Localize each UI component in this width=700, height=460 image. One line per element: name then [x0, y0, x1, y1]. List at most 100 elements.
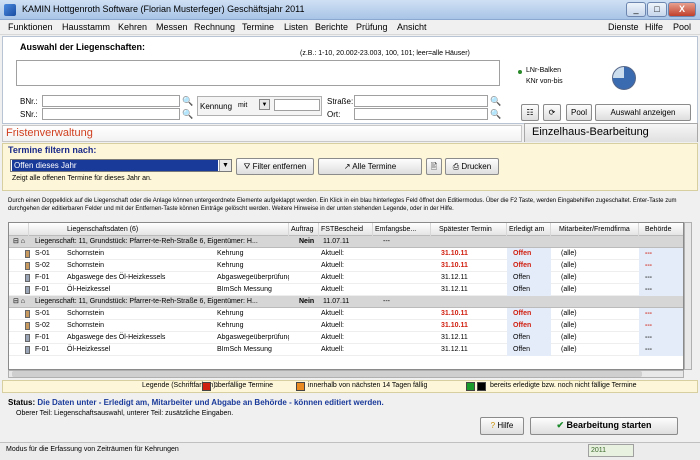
menu-kehren[interactable]: Kehren: [118, 22, 147, 32]
row-mitarbeiter[interactable]: (alle): [559, 332, 639, 344]
menu-hausstamm[interactable]: Hausstamm: [62, 22, 110, 32]
show-selection-button[interactable]: Auswahl anzeigen: [595, 104, 691, 121]
all-appointments-button[interactable]: ↗ Alle Termine: [318, 158, 422, 175]
appointments-grid: Liegenschaftsdaten (6) Auftrag FSTBesche…: [8, 222, 684, 370]
kennung-field[interactable]: [274, 99, 320, 111]
row-mitarbeiter[interactable]: (alle): [559, 260, 639, 272]
menu-rechnung[interactable]: Rechnung: [194, 22, 235, 32]
row-fstbescheid[interactable]: Aktuell:: [319, 284, 373, 296]
row-behoerde[interactable]: ---: [639, 308, 683, 320]
print-button[interactable]: ⎙ Drucken: [445, 158, 499, 175]
table-row[interactable]: S-01 Schornstein Kehrung Aktuell: 31.10.11 Of…: [9, 308, 683, 320]
horizontal-scroll-thumb[interactable]: [12, 371, 642, 377]
table-row[interactable]: F-01 Öl-Heizkessel BImSch Messung Aktuell: 3…: [9, 284, 683, 296]
row-erledigt-status[interactable]: Offen: [507, 260, 551, 272]
ort-search-icon[interactable]: 🔍: [490, 109, 501, 119]
row-behoerde[interactable]: ---: [639, 344, 683, 356]
row-mitarbeiter[interactable]: (alle): [559, 272, 639, 284]
row-fstbescheid[interactable]: Aktuell:: [319, 308, 373, 320]
group-fstbescheid[interactable]: 11.07.11: [321, 296, 371, 308]
chimney-icon: [25, 262, 30, 270]
row-behoerde[interactable]: ---: [639, 284, 683, 296]
bnr-search-icon[interactable]: 🔍: [182, 96, 193, 106]
group-empfang[interactable]: ---: [381, 296, 421, 308]
snr-field[interactable]: [42, 108, 180, 120]
row-behoerde[interactable]: ---: [639, 320, 683, 332]
header-behoerde[interactable]: Behörde: [639, 223, 683, 236]
collapse-toggle-icon[interactable]: ⊟ ⌂: [11, 296, 29, 308]
group-empfang[interactable]: ---: [381, 236, 421, 248]
table-row[interactable]: S-01 Schornstein Kehrung Aktuell: 31.10.11 Of…: [9, 248, 683, 260]
group-auftrag[interactable]: Nein: [297, 236, 319, 248]
menu-funktionen[interactable]: Funktionen: [8, 22, 53, 32]
table-row[interactable]: F-01 Öl-Heizkessel BImSch Messung Aktuell: 3…: [9, 344, 683, 356]
row-erledigt-status[interactable]: Offen: [507, 284, 551, 296]
table-row[interactable]: S-02 Schornstein Kehrung Aktuell: 31.10.11 Of…: [9, 320, 683, 332]
group-row[interactable]: ⊟ ⌂ Liegenschaft: 11, Grundstück: Pfarrer…: [9, 296, 683, 308]
table-row[interactable]: F-01 Abgaswege des Öl-Heizkessels Abgasweg…: [9, 332, 683, 344]
row-erledigt-status[interactable]: Offen: [507, 308, 551, 320]
menu-ansicht[interactable]: Ansicht: [397, 22, 427, 32]
row-fstbescheid[interactable]: Aktuell:: [319, 272, 373, 284]
minimize-button[interactable]: _: [626, 2, 646, 17]
row-erledigt-status[interactable]: Offen: [507, 320, 551, 332]
table-row[interactable]: F-01 Abgaswege des Öl-Heizkessels Abgasweg…: [9, 272, 683, 284]
menu-hilfe[interactable]: Hilfe: [645, 22, 663, 32]
row-fstbescheid[interactable]: Aktuell:: [319, 248, 373, 260]
group-row[interactable]: ⊟ ⌂ Liegenschaft: 11, Grundstück: Pfarrer…: [9, 236, 683, 248]
maximize-button[interactable]: □: [647, 2, 667, 17]
vertical-scrollbar[interactable]: [684, 222, 692, 370]
row-behoerde[interactable]: ---: [639, 272, 683, 284]
menu-dienste[interactable]: Dienste: [608, 22, 639, 32]
start-editing-button[interactable]: ✔ Bearbeitung starten: [530, 417, 678, 435]
list-icon-button[interactable]: ☷: [521, 104, 539, 121]
row-behoerde[interactable]: ---: [639, 248, 683, 260]
menu-listen[interactable]: Listen: [284, 22, 308, 32]
group-auftrag[interactable]: Nein: [297, 296, 319, 308]
menu-berichte[interactable]: Berichte: [315, 22, 348, 32]
header-mitarbeiter[interactable]: Mitarbeiter/Fremdfirma: [551, 223, 639, 236]
row-fstbescheid[interactable]: Aktuell:: [319, 344, 373, 356]
kennung-dropdown-icon[interactable]: ▼: [259, 99, 270, 110]
row-mitarbeiter[interactable]: (alle): [559, 308, 639, 320]
group-fstbescheid[interactable]: 11.07.11: [321, 236, 371, 248]
header-fstbescheid[interactable]: FSTBescheid: [319, 223, 373, 236]
header-liegenschaftsdaten[interactable]: Liegenschaftsdaten (6): [29, 223, 289, 236]
row-mitarbeiter[interactable]: (alle): [559, 248, 639, 260]
collapse-toggle-icon[interactable]: ⊟ ⌂: [11, 236, 29, 248]
row-erledigt-status[interactable]: Offen: [507, 344, 551, 356]
row-erledigt-status[interactable]: Offen: [507, 272, 551, 284]
row-fstbescheid[interactable]: Aktuell:: [319, 260, 373, 272]
filter-dropdown-icon[interactable]: ▼: [219, 160, 231, 171]
selection-input[interactable]: [16, 60, 500, 86]
row-mitarbeiter[interactable]: (alle): [559, 320, 639, 332]
help-button[interactable]: ? Hilfe: [480, 417, 524, 435]
remove-filter-button[interactable]: ⛛ Filter entfernen: [236, 158, 314, 175]
print-preview-button[interactable]: 🖹: [426, 158, 442, 175]
strasse-search-icon[interactable]: 🔍: [490, 96, 501, 106]
table-row[interactable]: S-02 Schornstein Kehrung Aktuell: 31.10.11 Of…: [9, 260, 683, 272]
menu-termine[interactable]: Termine: [242, 22, 274, 32]
header-auftrag[interactable]: Auftrag: [289, 223, 319, 236]
menu-pruefung[interactable]: Prüfung: [356, 22, 388, 32]
menu-messen[interactable]: Messen: [156, 22, 188, 32]
row-erledigt-status[interactable]: Offen: [507, 332, 551, 344]
bnr-field[interactable]: [42, 95, 180, 107]
header-spaetester-termin[interactable]: Spätester Termin: [431, 223, 507, 236]
row-erledigt-status[interactable]: Offen: [507, 248, 551, 260]
row-fstbescheid[interactable]: Aktuell:: [319, 320, 373, 332]
refresh-icon-button[interactable]: ⟳: [543, 104, 561, 121]
snr-search-icon[interactable]: 🔍: [182, 109, 193, 119]
header-erledigt-am[interactable]: Erledigt am: [507, 223, 551, 236]
pool-button[interactable]: Pool: [566, 104, 592, 121]
row-behoerde[interactable]: ---: [639, 332, 683, 344]
menu-pool[interactable]: Pool: [673, 22, 691, 32]
row-mitarbeiter[interactable]: (alle): [559, 284, 639, 296]
row-fstbescheid[interactable]: Aktuell:: [319, 332, 373, 344]
close-button[interactable]: X: [668, 2, 696, 17]
strasse-field[interactable]: [354, 95, 488, 107]
row-mitarbeiter[interactable]: (alle): [559, 344, 639, 356]
ort-field[interactable]: [354, 108, 488, 120]
row-behoerde[interactable]: ---: [639, 260, 683, 272]
header-empfangsbestaetigung[interactable]: Emfangsbe...: [373, 223, 431, 236]
